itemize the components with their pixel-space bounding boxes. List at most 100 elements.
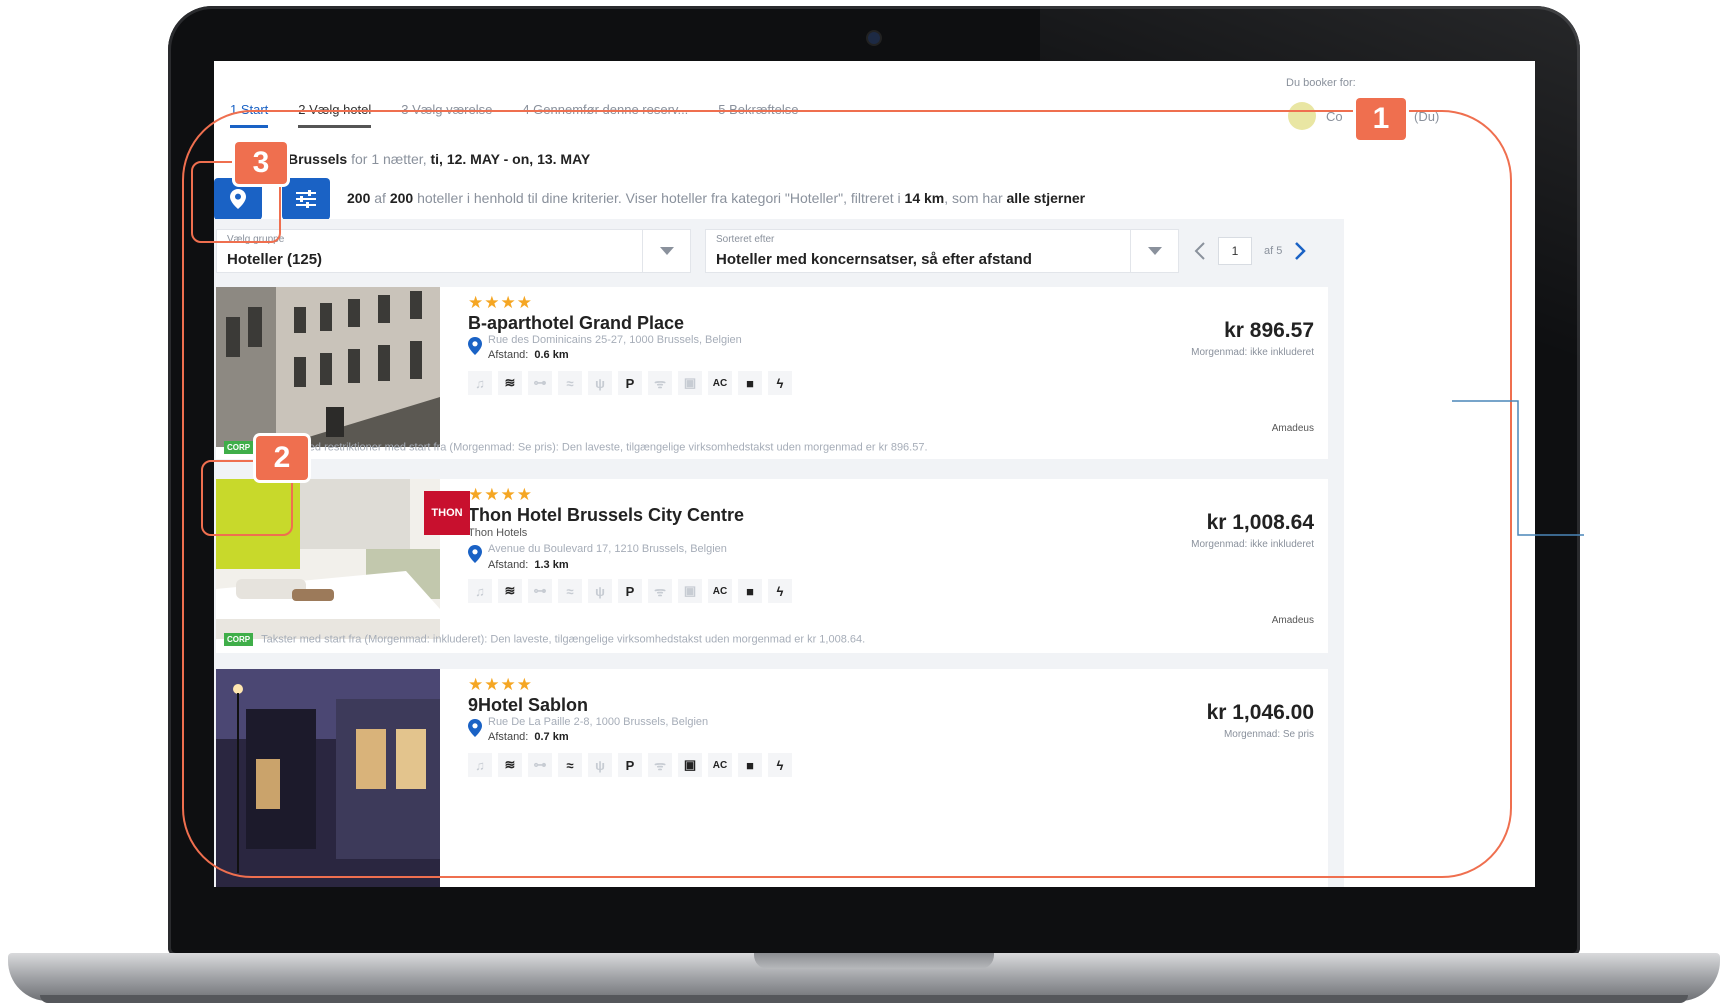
rate-description: CORP Takster med start fra (Morgenmad: in… bbox=[224, 633, 865, 646]
hotel-list: ★★★★ B-aparthotel Grand Place Rue des Do… bbox=[214, 285, 1344, 887]
tv-icon: ■ bbox=[738, 371, 762, 395]
annotation-badge-1: 1 bbox=[1356, 98, 1406, 140]
wifi-icon: ≋ bbox=[498, 371, 522, 395]
safe-icon: ▣ bbox=[678, 579, 702, 603]
ac-icon: AC bbox=[708, 371, 732, 395]
hotel-name[interactable]: 9Hotel Sablon bbox=[468, 695, 588, 716]
map-button[interactable] bbox=[214, 178, 262, 220]
hotel-card[interactable]: ★★★★ B-aparthotel Grand Place Rue des Do… bbox=[216, 287, 1328, 459]
filter-button[interactable] bbox=[282, 178, 330, 220]
hotel-photo[interactable] bbox=[216, 287, 440, 447]
wifi-icon: ≋ bbox=[498, 753, 522, 777]
hotel-price[interactable]: kr 896.57 bbox=[1224, 319, 1314, 343]
step-complete-reservation[interactable]: 4 Gennemfør denne reserv... bbox=[522, 102, 688, 128]
rate-source: Amadeus bbox=[1271, 423, 1314, 434]
rate-source: Amadeus bbox=[1271, 615, 1314, 626]
rate-description: CORP Takster med restriktioner med start … bbox=[224, 441, 928, 454]
page-input[interactable]: 1 bbox=[1218, 237, 1252, 265]
hotel-name[interactable]: B-aparthotel Grand Place bbox=[468, 313, 684, 334]
camera-icon bbox=[868, 32, 880, 44]
annotation-badge-3: 3 bbox=[235, 142, 287, 184]
safe-icon: ▣ bbox=[678, 753, 702, 777]
annotation-badge-2: 2 bbox=[256, 436, 308, 480]
parking-icon: P bbox=[618, 371, 642, 395]
hotel-card[interactable]: ★★★★ 9Hotel Sablon Rue De La Paille 2-8,… bbox=[216, 669, 1328, 887]
bell-icon: ♫ bbox=[468, 579, 492, 603]
step-choose-hotel[interactable]: 2 Vælg hotel bbox=[298, 102, 372, 128]
gym-icon: ⊶ bbox=[528, 753, 552, 777]
parking-icon: P bbox=[618, 579, 642, 603]
hotel-price[interactable]: kr 1,008.64 bbox=[1207, 511, 1314, 535]
booker-name[interactable]: Co bbox=[1326, 109, 1343, 124]
spa-icon: ≈ bbox=[558, 753, 582, 777]
app-screen: 1 Start 2 Vælg hotel 3 Vælg værelse 4 Ge… bbox=[214, 61, 1535, 887]
hotel-price[interactable]: kr 1,046.00 bbox=[1207, 701, 1314, 725]
location-pin-icon bbox=[468, 719, 482, 737]
spa-icon: ≈ bbox=[558, 579, 582, 603]
booker-you: (Du) bbox=[1414, 109, 1440, 124]
hotel-chain-logo: THON bbox=[424, 491, 470, 535]
hotel-distance: Afstand: 1.3 km bbox=[488, 559, 569, 571]
corp-badge: CORP bbox=[224, 633, 254, 646]
step-confirmation[interactable]: 5 Bekræftelse bbox=[718, 102, 798, 128]
ac-icon: AC bbox=[708, 753, 732, 777]
summary-city: Brussels bbox=[288, 151, 348, 167]
map-pin-icon bbox=[230, 189, 246, 209]
sort-select[interactable]: Sorteret efter Hoteller med koncernsatse… bbox=[705, 229, 1179, 273]
breakfast-info: Morgenmad: ikke inkluderet bbox=[1191, 347, 1314, 358]
amenity-icons: ♫ ≋ ⊶ ≈ ψ P ᯤ ▣ AC ■ ϟ bbox=[468, 579, 792, 603]
booking-steps: 1 Start 2 Vælg hotel 3 Vælg værelse 4 Ge… bbox=[230, 102, 799, 128]
sliders-icon bbox=[296, 190, 316, 208]
gym-icon: ⊶ bbox=[528, 579, 552, 603]
restaurant-icon: ψ bbox=[588, 753, 612, 777]
restaurant-icon: ψ bbox=[588, 579, 612, 603]
hotel-card[interactable]: ★★★★ Thon Hotel Brussels City Centre Tho… bbox=[216, 479, 1328, 653]
laptop-mockup: 1 Start 2 Vælg hotel 3 Vælg værelse 4 Ge… bbox=[0, 0, 1728, 1005]
step-start[interactable]: 1 Start bbox=[230, 102, 269, 128]
corp-badge: CORP bbox=[224, 441, 254, 454]
spa-icon: ≈ bbox=[558, 371, 582, 395]
chevron-left-icon[interactable] bbox=[1194, 242, 1206, 260]
laptop-notch bbox=[754, 953, 994, 969]
hotel-photo[interactable] bbox=[216, 669, 440, 887]
signal-icon: ᯤ bbox=[648, 579, 672, 603]
tv-icon: ■ bbox=[738, 579, 762, 603]
group-select[interactable]: Vælg gruppe Hoteller (125) bbox=[216, 229, 691, 273]
pet-icon: ϟ bbox=[768, 371, 792, 395]
hotel-name[interactable]: Thon Hotel Brussels City Centre bbox=[468, 505, 744, 526]
location-pin-icon bbox=[468, 545, 482, 563]
hotel-address: Rue De La Paille 2-8, 1000 Brussels, Bel… bbox=[488, 716, 709, 728]
breakfast-info: Morgenmad: Se pris bbox=[1223, 729, 1314, 740]
bell-icon: ♫ bbox=[468, 753, 492, 777]
signal-icon: ᯤ bbox=[648, 371, 672, 395]
hotel-distance: Afstand: 0.7 km bbox=[488, 731, 569, 743]
signal-icon: ᯤ bbox=[648, 753, 672, 777]
filter-bar: Vælg gruppe Hoteller (125) Sorteret efte… bbox=[214, 219, 1344, 285]
chevron-right-icon[interactable] bbox=[1294, 242, 1307, 260]
hotel-photo[interactable] bbox=[216, 479, 440, 639]
safe-icon: ▣ bbox=[678, 371, 702, 395]
breakfast-info: Morgenmad: ikke inkluderet bbox=[1191, 539, 1314, 550]
star-rating: ★★★★ bbox=[468, 675, 533, 694]
step-choose-room[interactable]: 3 Vælg værelse bbox=[401, 102, 492, 128]
pet-icon: ϟ bbox=[768, 753, 792, 777]
star-rating: ★★★★ bbox=[468, 485, 533, 504]
caret-down-icon[interactable] bbox=[1130, 230, 1178, 272]
tv-icon: ■ bbox=[738, 753, 762, 777]
hotel-distance: Afstand: 0.6 km bbox=[488, 349, 569, 361]
laptop-base-edge bbox=[40, 995, 1688, 1003]
star-rating: ★★★★ bbox=[468, 293, 533, 312]
pagination: 1 af 5 bbox=[1194, 229, 1307, 273]
ac-icon: AC bbox=[708, 579, 732, 603]
pet-icon: ϟ bbox=[768, 579, 792, 603]
amenity-icons: ♫ ≋ ⊶ ≈ ψ P ᯤ ▣ AC ■ ϟ bbox=[468, 753, 792, 777]
amenity-icons: ♫ ≋ ⊶ ≈ ψ P ᯤ ▣ AC ■ ϟ bbox=[468, 371, 792, 395]
bell-icon: ♫ bbox=[468, 371, 492, 395]
caret-down-icon[interactable] bbox=[642, 230, 690, 272]
summary-dates: ti, 12. MAY - on, 13. MAY bbox=[430, 151, 591, 167]
location-pin-icon bbox=[468, 337, 482, 355]
result-summary: 200 af 200 hoteller i henhold til dine k… bbox=[347, 190, 1086, 206]
hotel-address: Avenue du Boulevard 17, 1210 Brussels, B… bbox=[488, 543, 727, 555]
booker-label: Du booker for: bbox=[1286, 77, 1356, 89]
avatar bbox=[1288, 102, 1316, 130]
